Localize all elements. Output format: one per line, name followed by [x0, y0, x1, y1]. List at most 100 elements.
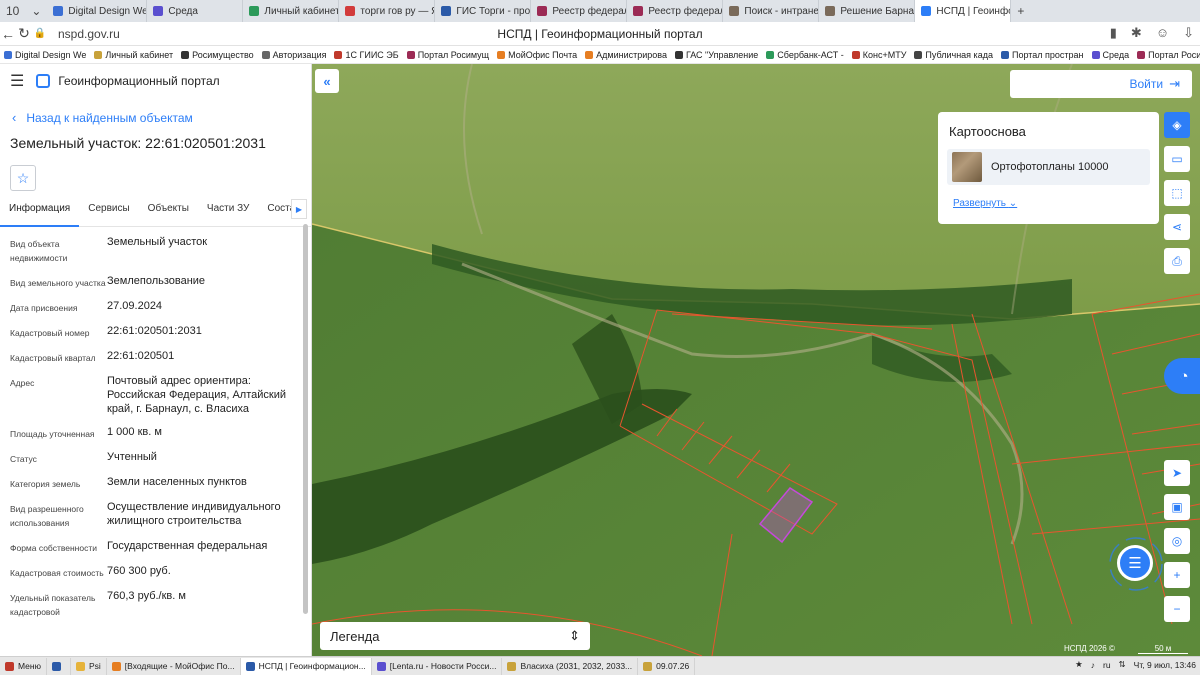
zoom-out-button[interactable]: − [1164, 596, 1190, 622]
tab-info[interactable]: Информация [0, 201, 80, 227]
tab-count-badge[interactable]: 10 [0, 4, 25, 18]
bookmark-item[interactable]: 1С ГИИС ЭБ [330, 50, 402, 60]
location-pin-button[interactable]: ◎ [1164, 528, 1190, 554]
measure-button[interactable]: ▭ [1164, 146, 1190, 172]
object-title: Земельный участок: 22:61:020501:2031 [10, 135, 266, 151]
zoom-in-button[interactable]: + [1164, 562, 1190, 588]
browser-tab[interactable]: Личный кабинет [243, 0, 340, 22]
bookmark-item[interactable]: Личный кабинет [90, 50, 177, 60]
bookmark-item[interactable]: Портал Роси [1133, 50, 1200, 60]
tab-favicon-icon [633, 6, 644, 16]
reload-icon[interactable]: ↻ [16, 25, 32, 42]
select-area-button[interactable]: ⬚ [1164, 180, 1190, 206]
bookmark-item[interactable]: Портал Росимущ [403, 50, 493, 60]
bookmark-item[interactable]: Среда [1088, 50, 1134, 60]
bookmark-favicon-icon [1137, 50, 1146, 59]
side-assistant-button[interactable]: ◔ [1164, 358, 1200, 394]
tab-favicon-icon [249, 6, 260, 16]
browser-tab[interactable]: ГИС Торги - прод [435, 0, 532, 22]
bookmark-item[interactable]: Сбербанк-АСТ - [762, 50, 847, 60]
download-icon[interactable]: ⇩ [1183, 25, 1194, 41]
taskbar-item[interactable]: Psi [71, 657, 107, 675]
taskbar-item[interactable]: [Входящие - МойОфис По... [107, 657, 241, 675]
geolocate-button[interactable]: ➤ [1164, 460, 1190, 486]
tab-objects[interactable]: Объекты [139, 201, 198, 227]
taskbar-item[interactable]: НСПД | Геоинформацион... [240, 657, 372, 675]
chat-button[interactable]: ☰ [1117, 545, 1153, 581]
taskbar-item[interactable]: [Lenta.ru - Новости Росси... [372, 657, 503, 675]
bookmark-label: Администрирова [596, 49, 667, 60]
browser-tab[interactable]: Среда [147, 0, 244, 22]
volume-icon[interactable]: ♪ [1091, 660, 1095, 670]
collapse-panel-button[interactable]: « [315, 69, 339, 93]
bookmark-label: Портал Росимущ [417, 49, 490, 60]
back-arrow-icon[interactable]: ← [0, 26, 16, 42]
taskbar-item[interactable]: Власиха (2031, 2032, 2033... [502, 657, 639, 675]
back-to-results-link[interactable]: ‹ Назад к найденным объектам [12, 110, 311, 125]
login-button[interactable]: Войти ⇥ [1010, 70, 1192, 98]
app-title: Геоинформационный портал [58, 74, 220, 88]
browser-tab[interactable]: НСПД | Геоинфо [915, 0, 1012, 22]
tab-services[interactable]: Сервисы [79, 201, 138, 227]
profile-icon[interactable]: ☺ [1156, 25, 1169, 41]
tab-label: Реестр федераль [552, 5, 628, 17]
property-value: Осуществление индивидуального жилищного … [107, 501, 281, 527]
property-row: Удельный показатель кадастровой 760,3 руб… [10, 589, 311, 619]
taskbar-item[interactable]: 09.07.26 [638, 657, 696, 675]
minimap-button[interactable]: ▣ [1164, 494, 1190, 520]
bookmark-item[interactable]: ГАС "Управление [671, 50, 762, 60]
panel-scrollbar[interactable] [303, 224, 308, 614]
clock[interactable]: Чт, 9 июл, 13:46 [1134, 660, 1196, 670]
browser-tab[interactable]: торги гов ру — Я [339, 0, 436, 22]
bookmark-favicon-icon [674, 50, 683, 59]
tabs-next-button[interactable]: ▶ [291, 199, 307, 219]
basemap-layer-orthophoto[interactable]: Ортофотопланы 10000 [947, 149, 1150, 185]
bookmark-item[interactable]: Росимущество [177, 50, 258, 60]
tab-parts[interactable]: Части ЗУ [198, 201, 258, 227]
property-key: Площадь уточненная [10, 429, 95, 439]
bookmark-label: Портал простран [1011, 49, 1084, 60]
taskbar-app-icon [643, 661, 653, 671]
taskbar-item-label: 09.07.26 [656, 661, 690, 671]
url-field[interactable]: nspd.gov.ru [58, 27, 120, 41]
property-list: Вид объекта недвижимости Земельный участо… [0, 227, 311, 619]
browser-tab[interactable]: Решение Барнаул [819, 0, 916, 22]
browser-tab[interactable]: Реестр федераль [627, 0, 724, 22]
bookmark-item[interactable]: Портал простран [997, 50, 1088, 60]
legend-dropdown[interactable]: Легенда ⇕ [320, 622, 590, 650]
browser-tab[interactable]: Digital Design We [47, 0, 148, 22]
bookmark-item[interactable]: Администрирова [581, 50, 671, 60]
tab-label: торги гов ру — Я [360, 5, 436, 17]
bookmark-item[interactable]: Digital Design We [0, 50, 90, 60]
chevron-down-icon[interactable]: ⌄ [25, 4, 47, 18]
network-icon[interactable]: ⇅ [1119, 659, 1126, 670]
bookmark-item[interactable]: Публичная када [910, 50, 997, 60]
print-button[interactable]: ⎙ [1164, 248, 1190, 274]
bookmark-item[interactable]: Конс+МТУ [848, 50, 911, 60]
star-icon[interactable]: ★ [1075, 659, 1083, 670]
keyboard-lang[interactable]: ru [1103, 660, 1111, 670]
tab-favicon-icon [921, 6, 932, 16]
browser-tab[interactable]: Поиск - интранет [723, 0, 820, 22]
tab-label: Личный кабинет [264, 5, 340, 17]
menu-icon[interactable]: ☰ [10, 71, 24, 91]
taskbar-item[interactable]: Меню [0, 657, 47, 675]
extension-icon[interactable]: ✱ [1131, 25, 1142, 41]
browser-tab[interactable]: Реестр федераль [531, 0, 628, 22]
favorite-button[interactable]: ☆ [10, 165, 36, 191]
property-row: Вид земельного участка Землепользование [10, 274, 311, 290]
property-key: Вид разрешенного использования [10, 504, 84, 528]
taskbar-item[interactable] [47, 657, 71, 675]
new-tab-button[interactable]: + [1011, 4, 1030, 18]
bookmark-icon[interactable]: ▮ [1110, 25, 1117, 41]
share-button[interactable]: ⋖ [1164, 214, 1190, 240]
bookmark-item[interactable]: Авторизация [258, 50, 331, 60]
expand-basemap-link[interactable]: Развернуть ⌄ [953, 198, 1159, 209]
map-view[interactable]: « Войти ⇥ Картооснова Ортофотопланы 1000… [312, 64, 1200, 656]
object-info-panel: ☰ Геоинформационный портал ‹ Назад к най… [0, 64, 312, 656]
portal-logo-icon [36, 74, 51, 88]
basemap-layers-button[interactable]: ◈ [1164, 112, 1190, 138]
bookmark-label: Портал Роси [1148, 49, 1200, 60]
chat-icon: ☰ [1128, 555, 1142, 572]
bookmark-item[interactable]: МойОфис Почта [493, 50, 581, 60]
